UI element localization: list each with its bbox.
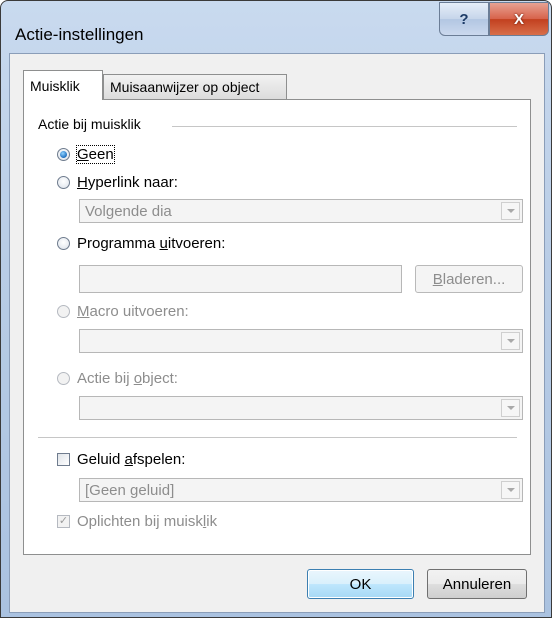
ok-button[interactable]: OK [307,569,414,599]
tab-mouse-click[interactable]: Muisklik [23,70,103,100]
browse-label: Bladeren... [432,270,506,288]
radio-button[interactable] [57,176,70,189]
radio-label: Hyperlink naar: [77,174,178,191]
sound-select[interactable]: [Geen geluid] [79,478,523,502]
hyperlink-select[interactable]: Volgende dia [79,199,523,223]
radio-label: Programma uitvoeren: [77,235,226,252]
radio-button[interactable] [57,305,70,318]
macro-select[interactable] [79,329,523,353]
highlight-checkbox-row[interactable]: ✓ Oplichten bij muisklik [57,513,217,530]
program-path-input[interactable] [79,265,402,293]
chevron-down-icon[interactable] [501,481,520,499]
sound-select-value: [Geen geluid] [85,481,175,499]
radio-hyperlink[interactable]: Hyperlink naar: [57,174,178,191]
play-sound-checkbox[interactable] [57,453,70,466]
play-sound-checkbox-row[interactable]: Geluid afspelen: [57,451,185,468]
radio-object-action[interactable]: Actie bij object: [57,370,178,387]
radio-label: Geen [76,145,115,164]
section-divider [38,437,517,438]
checkbox-label: Oplichten bij muisklik [77,513,218,530]
cancel-button[interactable]: Annuleren [427,569,527,599]
radio-button[interactable] [57,148,70,161]
tab-label: Muisaanwijzer op object [110,79,260,95]
highlight-checkbox[interactable]: ✓ [57,515,70,528]
cancel-label: Annuleren [442,575,512,593]
group-label: Actie bij muisklik [38,116,147,132]
group-divider [172,126,517,127]
hyperlink-select-value: Volgende dia [85,202,172,220]
close-icon: X [513,10,524,28]
radio-none[interactable]: Geen [57,145,115,164]
chevron-down-icon[interactable] [501,332,520,350]
checkmark-icon: ✓ [58,515,69,527]
object-action-select[interactable] [79,396,523,420]
radio-run-macro[interactable]: Macro uitvoeren: [57,303,189,320]
close-button[interactable]: X [489,2,549,36]
radio-run-program[interactable]: Programma uitvoeren: [57,235,225,252]
help-button[interactable]: ? [439,2,489,36]
browse-button[interactable]: Bladeren... [415,265,523,293]
radio-button[interactable] [57,372,70,385]
tab-label: Muisklik [30,77,80,94]
ok-label: OK [349,575,372,593]
checkbox-label: Geluid afspelen: [77,451,186,468]
window-title: Actie-instellingen [15,25,144,44]
radio-label: Macro uitvoeren: [77,303,189,320]
tab-mouse-over[interactable]: Muisaanwijzer op object [103,74,287,99]
chevron-down-icon[interactable] [501,202,520,220]
help-icon: ? [459,10,469,28]
title-bar[interactable]: Actie-instellingen ? X [1,1,552,53]
chevron-down-icon[interactable] [501,399,520,417]
radio-button[interactable] [57,237,70,250]
radio-label: Actie bij object: [77,370,178,387]
